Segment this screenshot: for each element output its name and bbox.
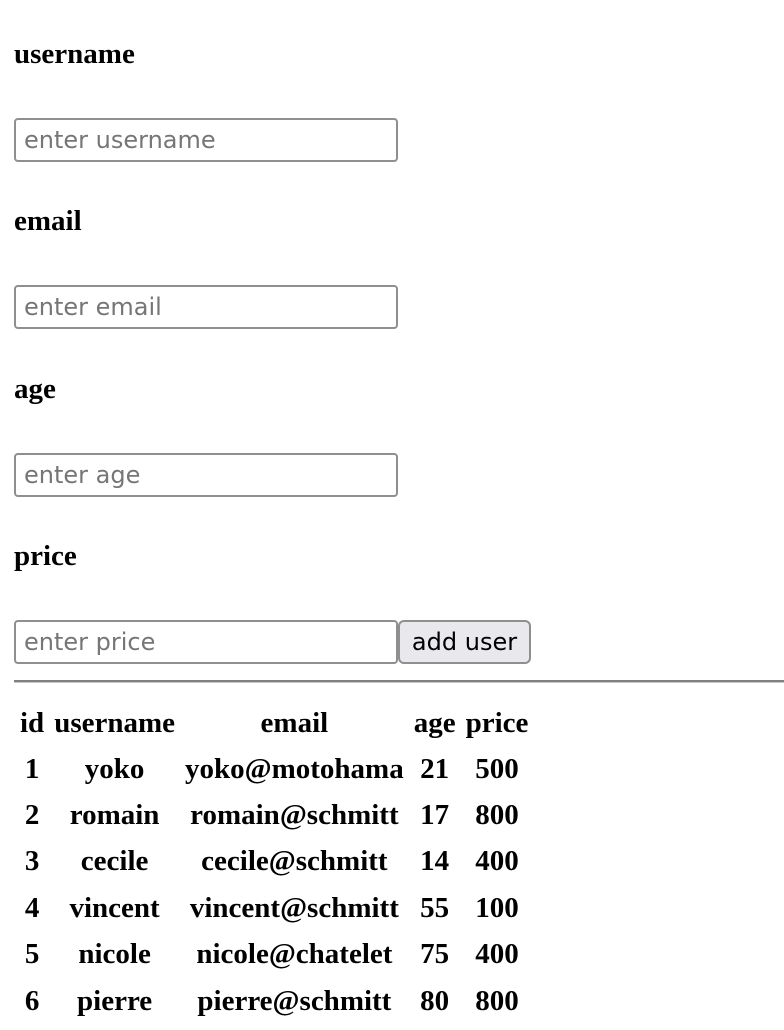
cell-price: 400 bbox=[475, 938, 519, 971]
cell-email: pierre@schmitt bbox=[197, 984, 392, 1017]
cell-age: 17 bbox=[420, 799, 450, 832]
cell-email: cecile@schmitt bbox=[201, 845, 388, 878]
cell-email: nicole@chatelet bbox=[196, 938, 393, 971]
cell-username: nicole bbox=[78, 938, 151, 971]
cell-id: 6 bbox=[24, 984, 40, 1017]
header-age: age bbox=[413, 706, 456, 739]
cell-username: cecile bbox=[80, 845, 149, 878]
cell-id: 2 bbox=[24, 799, 40, 832]
price-input[interactable] bbox=[14, 620, 398, 664]
cell-id: 5 bbox=[24, 938, 40, 971]
cell-age: 75 bbox=[420, 938, 450, 971]
table-row: 3 cecile cecile@schmitt 14 400 bbox=[16, 839, 532, 885]
cell-email: romain@schmitt bbox=[190, 799, 399, 832]
email-input[interactable] bbox=[14, 285, 398, 329]
cell-username: yoko bbox=[84, 752, 145, 785]
cell-price: 800 bbox=[475, 984, 519, 1017]
cell-price: 400 bbox=[475, 845, 519, 878]
cell-email: vincent@schmitt bbox=[189, 891, 399, 924]
cell-age: 55 bbox=[420, 891, 450, 924]
header-id: id bbox=[20, 706, 45, 739]
divider bbox=[14, 680, 784, 683]
age-input[interactable] bbox=[14, 453, 398, 497]
cell-age: 80 bbox=[420, 984, 450, 1017]
header-username: username bbox=[54, 706, 176, 739]
age-label: age bbox=[14, 373, 56, 405]
cell-age: 21 bbox=[420, 752, 450, 785]
table-row: 5 nicole nicole@chatelet 75 400 bbox=[16, 932, 532, 978]
cell-price: 800 bbox=[475, 799, 519, 832]
cell-username: romain bbox=[69, 799, 160, 832]
cell-price: 100 bbox=[475, 891, 519, 924]
table-row: 2 romain romain@schmitt 17 800 bbox=[16, 792, 532, 838]
users-table: id username email age price 1 yoko yoko@… bbox=[14, 700, 534, 1024]
cell-email: yoko@motohama bbox=[185, 752, 404, 785]
price-label: price bbox=[14, 540, 77, 572]
username-label: username bbox=[14, 38, 135, 70]
header-price: price bbox=[465, 706, 529, 739]
table-row: 1 yoko yoko@motohama 21 500 bbox=[16, 746, 532, 792]
table-header-row: id username email age price bbox=[16, 700, 532, 746]
cell-price: 500 bbox=[475, 752, 519, 785]
table-row: 4 vincent vincent@schmitt 55 100 bbox=[16, 885, 532, 931]
username-input[interactable] bbox=[14, 118, 398, 162]
cell-id: 3 bbox=[24, 845, 40, 878]
cell-age: 14 bbox=[420, 845, 450, 878]
cell-username: pierre bbox=[77, 984, 153, 1017]
email-label: email bbox=[14, 205, 82, 237]
cell-id: 4 bbox=[24, 891, 40, 924]
table-row: 6 pierre pierre@schmitt 80 800 bbox=[16, 978, 532, 1024]
cell-username: vincent bbox=[69, 891, 160, 924]
add-user-button[interactable]: add user bbox=[398, 620, 531, 664]
cell-id: 1 bbox=[24, 752, 40, 785]
header-email: email bbox=[260, 706, 329, 739]
